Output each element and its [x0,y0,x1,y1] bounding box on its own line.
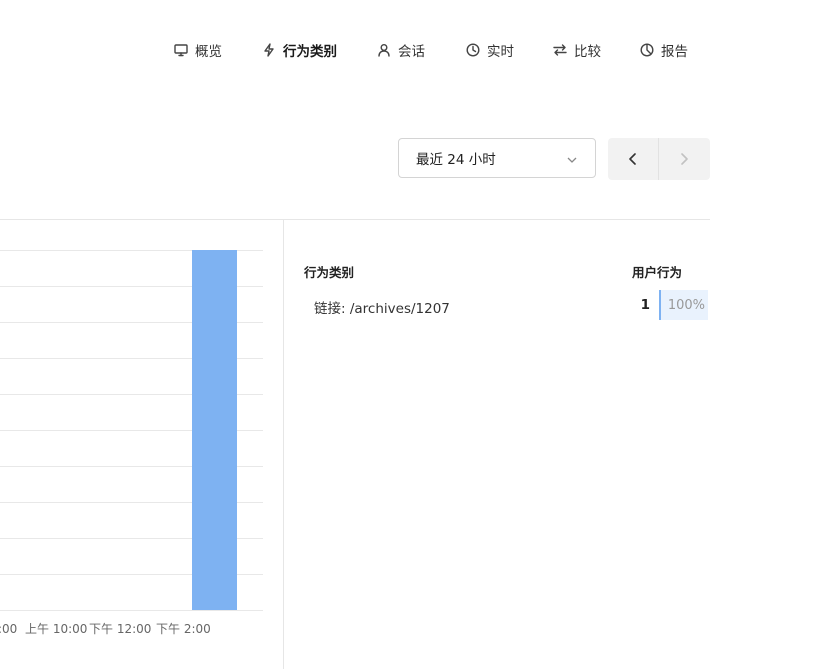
date-pager [608,138,710,180]
chevron-down-icon [567,153,577,163]
nav-item-label: 概览 [195,44,222,60]
x-tick-label: 下午 2:00 [156,622,211,636]
events-chart-svg: :00 上午 10:00下午 12:00 下午 2:00 [0,250,263,636]
pie-chart-icon [640,43,654,57]
date-range-select[interactable]: 最近 24 小时 [398,138,596,178]
chevron-right-icon [681,153,688,165]
chevron-left-icon [629,153,636,165]
nav-item-sessions[interactable]: 会话 [377,38,425,62]
nav-item-label: 报告 [661,44,688,60]
x-tick-label: 下午 12:00 [89,622,151,636]
user-icon [378,44,390,57]
section-divider [0,219,710,220]
previous-period-button[interactable] [608,138,658,180]
table-row[interactable]: 链接: /archives/1207 1 100% [304,289,710,321]
x-tick-label: :00 [0,622,17,636]
nav-item-label: 会话 [398,44,425,60]
bolt-icon [264,43,274,57]
events-chart: :00 上午 10:00下午 12:00 下午 2:00 [0,240,283,640]
column-header-events: 用户行为 [632,265,683,280]
compare-arrows-icon [553,44,567,56]
column-header-category: 行为类别 [304,265,355,280]
nav-item-label: 实时 [487,44,514,60]
panel-divider [283,219,284,669]
nav-item-compare[interactable]: 比较 [553,38,601,62]
nav-item-realtime[interactable]: 实时 [466,38,514,62]
chart-bar[interactable] [192,250,237,610]
row-percent-bar: 100% [659,290,708,320]
nav-item-overview[interactable]: 概览 [174,38,222,62]
monitor-icon [174,44,188,57]
clock-icon [466,43,480,57]
nav-item-label: 行为类别 [283,44,337,60]
row-count: 1 [640,297,650,313]
x-tick-label: 上午 10:00 [25,622,87,636]
date-range-value: 最近 24 小时 [416,152,496,168]
row-label[interactable]: 链接: /archives/1207 [314,297,450,317]
nav-item-reports[interactable]: 报告 [640,38,688,62]
nav-item-label: 比较 [574,44,601,60]
nav-item-events[interactable]: 行为类别 [262,38,337,62]
next-period-button[interactable] [659,138,709,180]
